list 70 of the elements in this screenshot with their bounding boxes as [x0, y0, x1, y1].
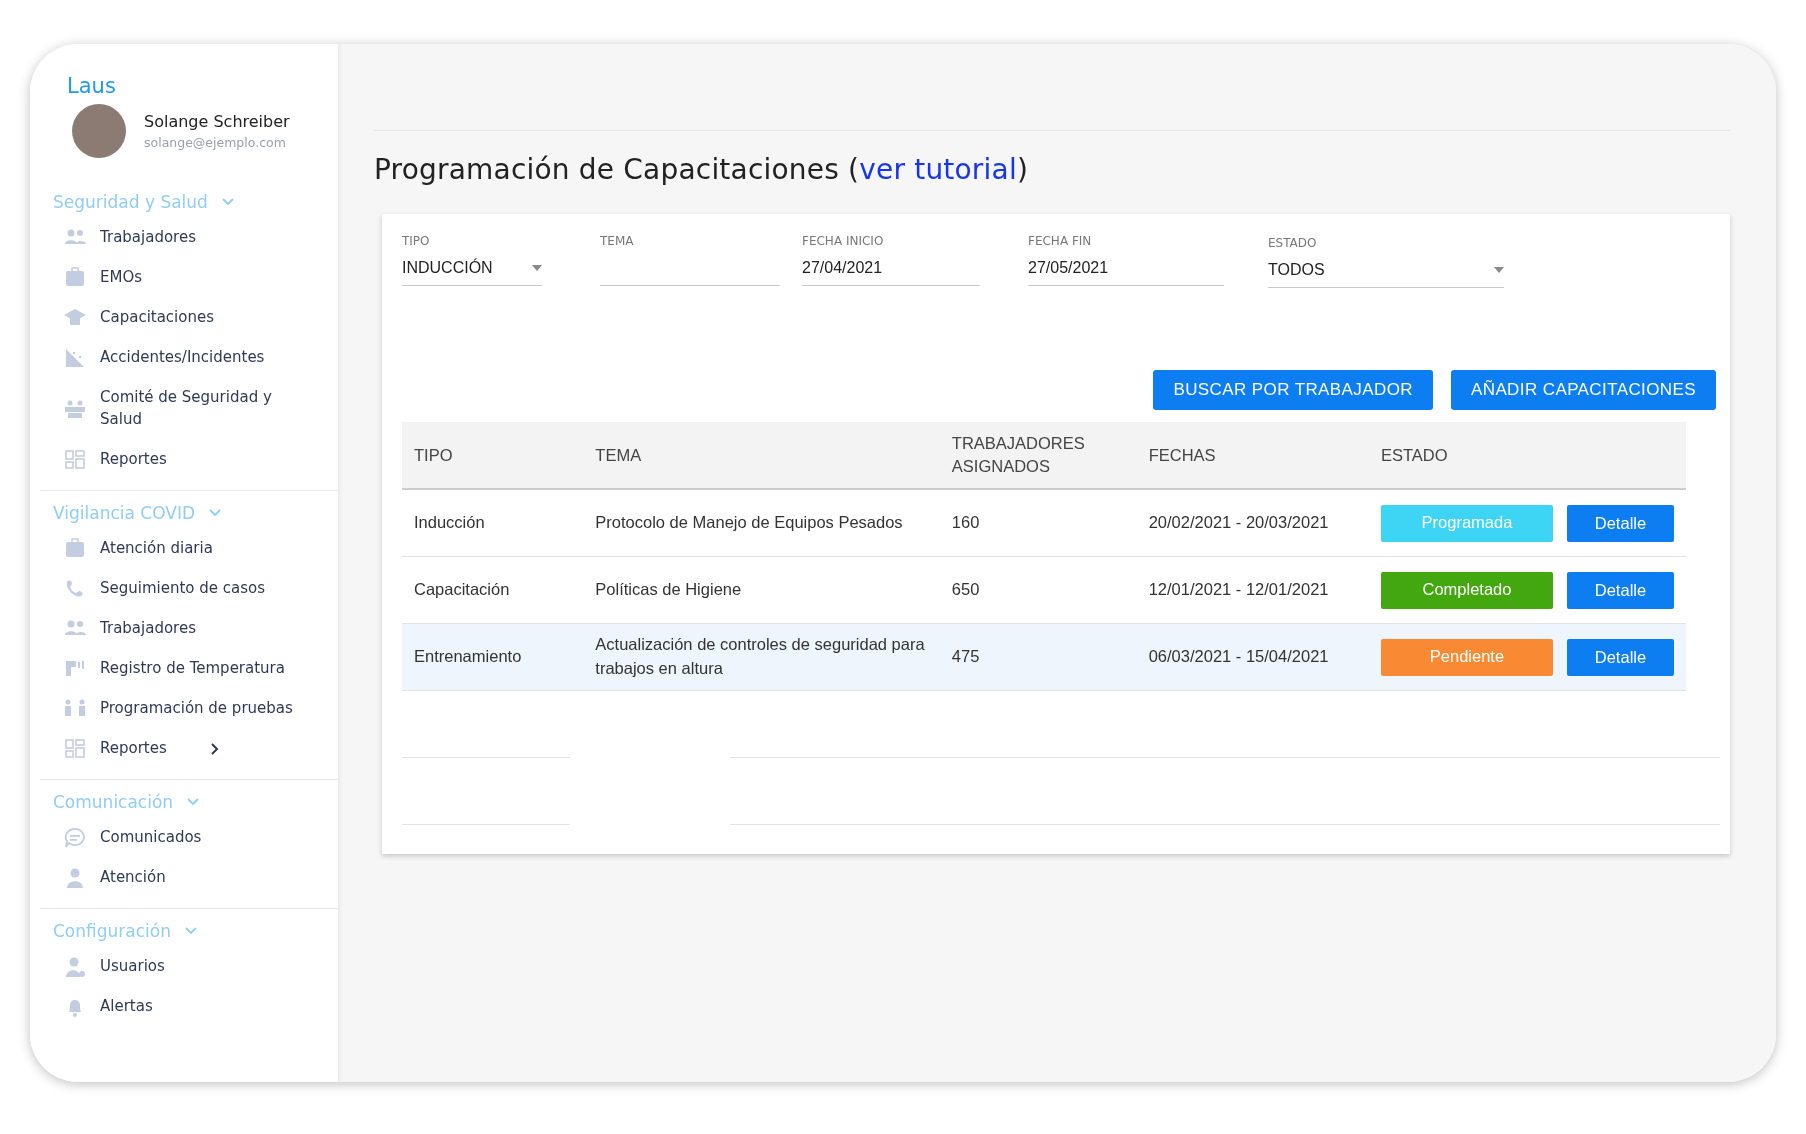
status-badge: Completado: [1380, 571, 1553, 609]
sidebar-item[interactable]: Accidentes/Incidentes: [64, 338, 304, 378]
table-cell: 06/03/2021 - 15/04/2021: [1136, 623, 1369, 691]
sidebar-item[interactable]: Usuarios: [64, 946, 304, 987]
sidebar-item[interactable]: Comunicados: [64, 817, 304, 858]
status-badge: Pendiente: [1380, 638, 1553, 676]
chevron-icon: [221, 198, 234, 206]
table-cell: Capacitación: [402, 556, 584, 624]
sidebar-item[interactable]: Reportes: [64, 728, 304, 769]
page-title: Programación de Capacitaciones (ver tutorial): [374, 153, 1029, 186]
sidebar-item[interactable]: Trabajadores: [64, 608, 304, 649]
slope-icon: [64, 347, 86, 369]
detail-button[interactable]: Detalle: [1566, 571, 1674, 609]
avatar: [72, 104, 126, 158]
sidebar-item[interactable]: EMOs: [64, 258, 304, 298]
column-header: TEMA: [583, 422, 940, 490]
column-header: TRABAJADORES ASIGNADOS: [939, 422, 1137, 490]
sidebar-item[interactable]: Atención: [64, 857, 304, 898]
chevron-icon: [187, 797, 200, 806]
table-cell: 650: [939, 556, 1137, 624]
table-cell: Protocolo de Manejo de Equipos Pesados: [583, 489, 940, 557]
sidebar-item[interactable]: Programación de pruebas: [64, 688, 304, 729]
sidebar-item[interactable]: Reportes: [64, 439, 304, 480]
select-field[interactable]: TODOS: [1268, 260, 1504, 288]
table-cell: 12/01/2021 - 12/01/2021: [1136, 556, 1369, 624]
field-label: FECHA INICIO: [802, 234, 885, 248]
grid-icon: [64, 448, 86, 471]
sidebar-item[interactable]: Registro de Temperatura: [64, 648, 304, 689]
field-label: ESTADO: [1268, 236, 1318, 250]
status-badge: Programada: [1380, 504, 1553, 542]
column-header: ESTADO: [1368, 422, 1662, 490]
table-cell: 160: [939, 489, 1137, 557]
input-field[interactable]: 27/05/2021: [1028, 258, 1224, 286]
table-cell: Inducción: [402, 489, 584, 557]
sidebar-item[interactable]: Seguimiento de casos: [64, 568, 304, 609]
field-label: FECHA FIN: [1028, 234, 1093, 248]
sidebar-item[interactable]: Trabajadores: [64, 218, 304, 258]
detail-button[interactable]: Detalle: [1566, 504, 1674, 542]
chevron-icon: [185, 926, 197, 935]
column-header: FECHAS: [1136, 422, 1369, 490]
table-cell: Políticas de Higiene: [583, 556, 940, 624]
medical-case-icon: [64, 537, 86, 560]
detail-button[interactable]: Detalle: [1566, 638, 1674, 676]
grid-icon: [64, 737, 86, 760]
tutorial-link[interactable]: ver tutorial: [859, 153, 1017, 186]
column-header: TIPO: [402, 422, 584, 490]
sidebar-item[interactable]: Atención diaria: [64, 528, 304, 569]
table-cell: 475: [939, 623, 1137, 691]
field-label: TIPO: [402, 234, 431, 248]
chat-icon: [64, 826, 86, 849]
input-field[interactable]: 27/04/2021: [802, 258, 980, 286]
sidebar-item[interactable]: Capacitaciones: [64, 298, 304, 338]
dropdown-icon: [1494, 266, 1504, 273]
select-field[interactable]: INDUCCIÓN: [402, 258, 542, 286]
user-email: solange@ejemplo.com: [144, 135, 287, 150]
field-label: TEMA: [600, 234, 635, 248]
brand-logo: Laus: [67, 74, 117, 98]
action-button[interactable]: AÑADIR CAPACITACIONES: [1450, 370, 1716, 410]
user-settings-icon: [64, 955, 86, 978]
user-name: Solange Schreiber: [144, 112, 290, 131]
dropdown-icon: [532, 264, 542, 271]
action-button[interactable]: BUSCAR POR TRABAJADOR: [1153, 370, 1433, 410]
medical-case-icon: [64, 267, 86, 289]
table-cell: Actualización de controles de seguridad para trabajos en altura: [583, 623, 940, 691]
sidebar-item[interactable]: Comité de Seguridad y Salud: [64, 378, 304, 440]
chevron-icon: [209, 508, 221, 517]
person-icon: [64, 866, 86, 889]
sidebar-item[interactable]: Alertas: [64, 986, 304, 1027]
table-cell: 20/02/2021 - 20/03/2021: [1136, 489, 1369, 557]
table-cell: Entrenamiento: [402, 623, 584, 691]
